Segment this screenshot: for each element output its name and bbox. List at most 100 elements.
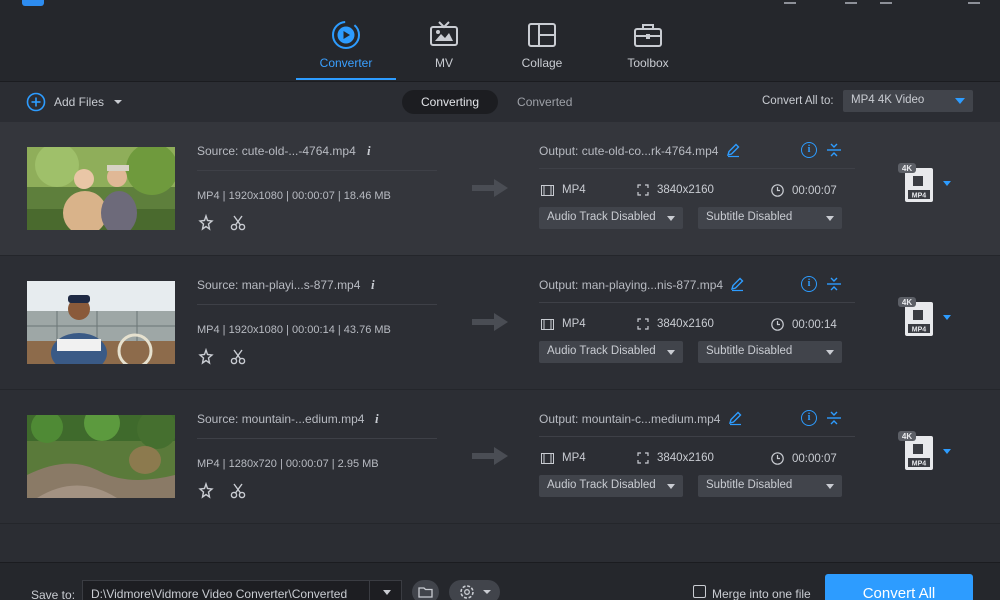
- audio-track-dropdown[interactable]: Audio Track Disabled: [539, 475, 683, 497]
- divider: [539, 436, 855, 437]
- output-resolution: 3840x2160: [637, 452, 714, 464]
- output-duration: 00:00:07: [771, 452, 837, 465]
- subtitle-dropdown[interactable]: Subtitle Disabled: [698, 207, 842, 229]
- save-path-value: D:\Vidmore\Vidmore Video Converter\Conve…: [91, 587, 348, 600]
- subtitle-dropdown[interactable]: Subtitle Disabled: [698, 341, 842, 363]
- format-badge-type: MP4: [912, 193, 927, 200]
- magic-wand-icon[interactable]: [197, 214, 215, 232]
- divider: [197, 170, 437, 171]
- clock-icon: [771, 318, 784, 331]
- scissors-icon[interactable]: [229, 214, 247, 232]
- convert-all-button[interactable]: Convert All: [825, 574, 973, 600]
- tab-label: Toolbox: [627, 56, 669, 70]
- close-icon[interactable]: [968, 0, 980, 4]
- magic-wand-icon[interactable]: [197, 482, 215, 500]
- video-thumbnail[interactable]: [27, 147, 175, 230]
- info-icon[interactable]: i: [371, 277, 375, 293]
- convert-all-format-select[interactable]: MP4 4K Video: [843, 90, 973, 112]
- compress-icon[interactable]: [826, 410, 842, 426]
- output-resolution: 3840x2160: [637, 184, 714, 196]
- output-resolution-value: 3840x2160: [657, 184, 714, 196]
- scissors-icon[interactable]: [229, 482, 247, 500]
- file-row[interactable]: Source: man-playi...s-877.mp4 i MP4 | 19…: [0, 256, 1000, 390]
- tab-toolbox[interactable]: Toolbox: [598, 0, 698, 80]
- edit-icon[interactable]: [727, 410, 743, 426]
- output-filename: Output: mountain-c...medium.mp4: [539, 412, 721, 426]
- tab-converted[interactable]: Converted: [498, 90, 591, 114]
- feedback-icon[interactable]: [845, 0, 857, 4]
- scissors-icon[interactable]: [229, 348, 247, 366]
- chevron-down-icon[interactable]: [112, 98, 124, 106]
- chevron-down-icon[interactable]: [943, 181, 951, 186]
- converter-icon: [332, 21, 360, 49]
- audio-track-value: Audio Track Disabled: [547, 211, 656, 223]
- output-format-icon[interactable]: 4K MP4: [897, 428, 935, 472]
- top-bar: Converter MV Collage Toolbox: [0, 0, 1000, 82]
- tab-converter[interactable]: Converter: [296, 0, 396, 80]
- settings-button[interactable]: [449, 580, 500, 600]
- tab-collage[interactable]: Collage: [492, 0, 592, 80]
- output-format-icon[interactable]: 4K MP4: [897, 160, 935, 204]
- clock-icon: [771, 184, 784, 197]
- chevron-down-icon: [955, 98, 965, 104]
- tab-converting[interactable]: Converting: [402, 90, 499, 114]
- film-icon: [541, 318, 554, 330]
- output-resolution: 3840x2160: [637, 318, 714, 330]
- output-format-value: MP4: [562, 452, 586, 464]
- output-format: MP4: [541, 452, 586, 464]
- info-icon[interactable]: i: [375, 411, 379, 427]
- video-thumbnail[interactable]: [27, 281, 175, 364]
- output-filename: Output: man-playing...nis-877.mp4: [539, 278, 724, 292]
- format-badge-label: 4K: [902, 432, 912, 441]
- compress-icon[interactable]: [826, 276, 842, 292]
- add-files-button[interactable]: Add Files: [26, 91, 124, 113]
- output-format-icon[interactable]: 4K MP4: [897, 294, 935, 338]
- collage-icon: [528, 23, 556, 47]
- tab-mv[interactable]: MV: [394, 0, 494, 80]
- chevron-down-icon[interactable]: [383, 590, 391, 595]
- minimize-icon[interactable]: [880, 0, 892, 4]
- output-duration-value: 00:00:14: [792, 318, 837, 331]
- open-folder-button[interactable]: [412, 580, 439, 600]
- video-thumbnail[interactable]: [27, 415, 175, 498]
- audio-track-dropdown[interactable]: Audio Track Disabled: [539, 341, 683, 363]
- divider: [197, 304, 437, 305]
- source-meta: MP4 | 1920x1080 | 00:00:07 | 18.46 MB: [197, 190, 391, 202]
- output-format-value: MP4: [562, 318, 586, 330]
- output-duration: 00:00:14: [771, 318, 837, 331]
- chevron-down-icon: [667, 216, 675, 221]
- menu-icon[interactable]: [784, 0, 796, 4]
- info-icon[interactable]: i: [367, 143, 371, 159]
- chevron-down-icon[interactable]: [943, 449, 951, 454]
- edit-icon[interactable]: [729, 276, 745, 292]
- save-path-field[interactable]: D:\Vidmore\Vidmore Video Converter\Conve…: [82, 580, 402, 600]
- format-badge-type: MP4: [912, 327, 927, 334]
- output-info-icon[interactable]: i: [801, 142, 817, 158]
- output-format: MP4: [541, 318, 586, 330]
- bottom-bar: Save to: D:\Vidmore\Vidmore Video Conver…: [0, 562, 1000, 600]
- file-row[interactable]: Source: mountain-...edium.mp4 i MP4 | 12…: [0, 390, 1000, 524]
- chevron-down-icon[interactable]: [943, 315, 951, 320]
- format-select-value: MP4 4K Video: [851, 94, 925, 106]
- format-badge-type: MP4: [912, 461, 927, 468]
- source-filename: Source: mountain-...edium.mp4: [197, 412, 365, 426]
- file-row[interactable]: Source: cute-old-...-4764.mp4 i MP4 | 19…: [0, 122, 1000, 256]
- chevron-down-icon: [826, 216, 834, 221]
- divider: [539, 168, 855, 169]
- output-filename: Output: cute-old-co...rk-4764.mp4: [539, 144, 719, 158]
- chevron-down-icon: [826, 350, 834, 355]
- output-info-icon[interactable]: i: [801, 410, 817, 426]
- active-tab-underline: [296, 78, 396, 80]
- output-info-icon[interactable]: i: [801, 276, 817, 292]
- magic-wand-icon[interactable]: [197, 348, 215, 366]
- merge-checkbox[interactable]: [693, 585, 706, 598]
- format-badge-label: 4K: [902, 164, 912, 173]
- edit-icon[interactable]: [725, 142, 741, 158]
- audio-track-dropdown[interactable]: Audio Track Disabled: [539, 207, 683, 229]
- subtitle-dropdown[interactable]: Subtitle Disabled: [698, 475, 842, 497]
- film-icon: [541, 452, 554, 464]
- source-filename: Source: cute-old-...-4764.mp4: [197, 144, 356, 158]
- subtitle-value: Subtitle Disabled: [706, 211, 793, 223]
- compress-icon[interactable]: [826, 142, 842, 158]
- resize-icon: [637, 184, 649, 196]
